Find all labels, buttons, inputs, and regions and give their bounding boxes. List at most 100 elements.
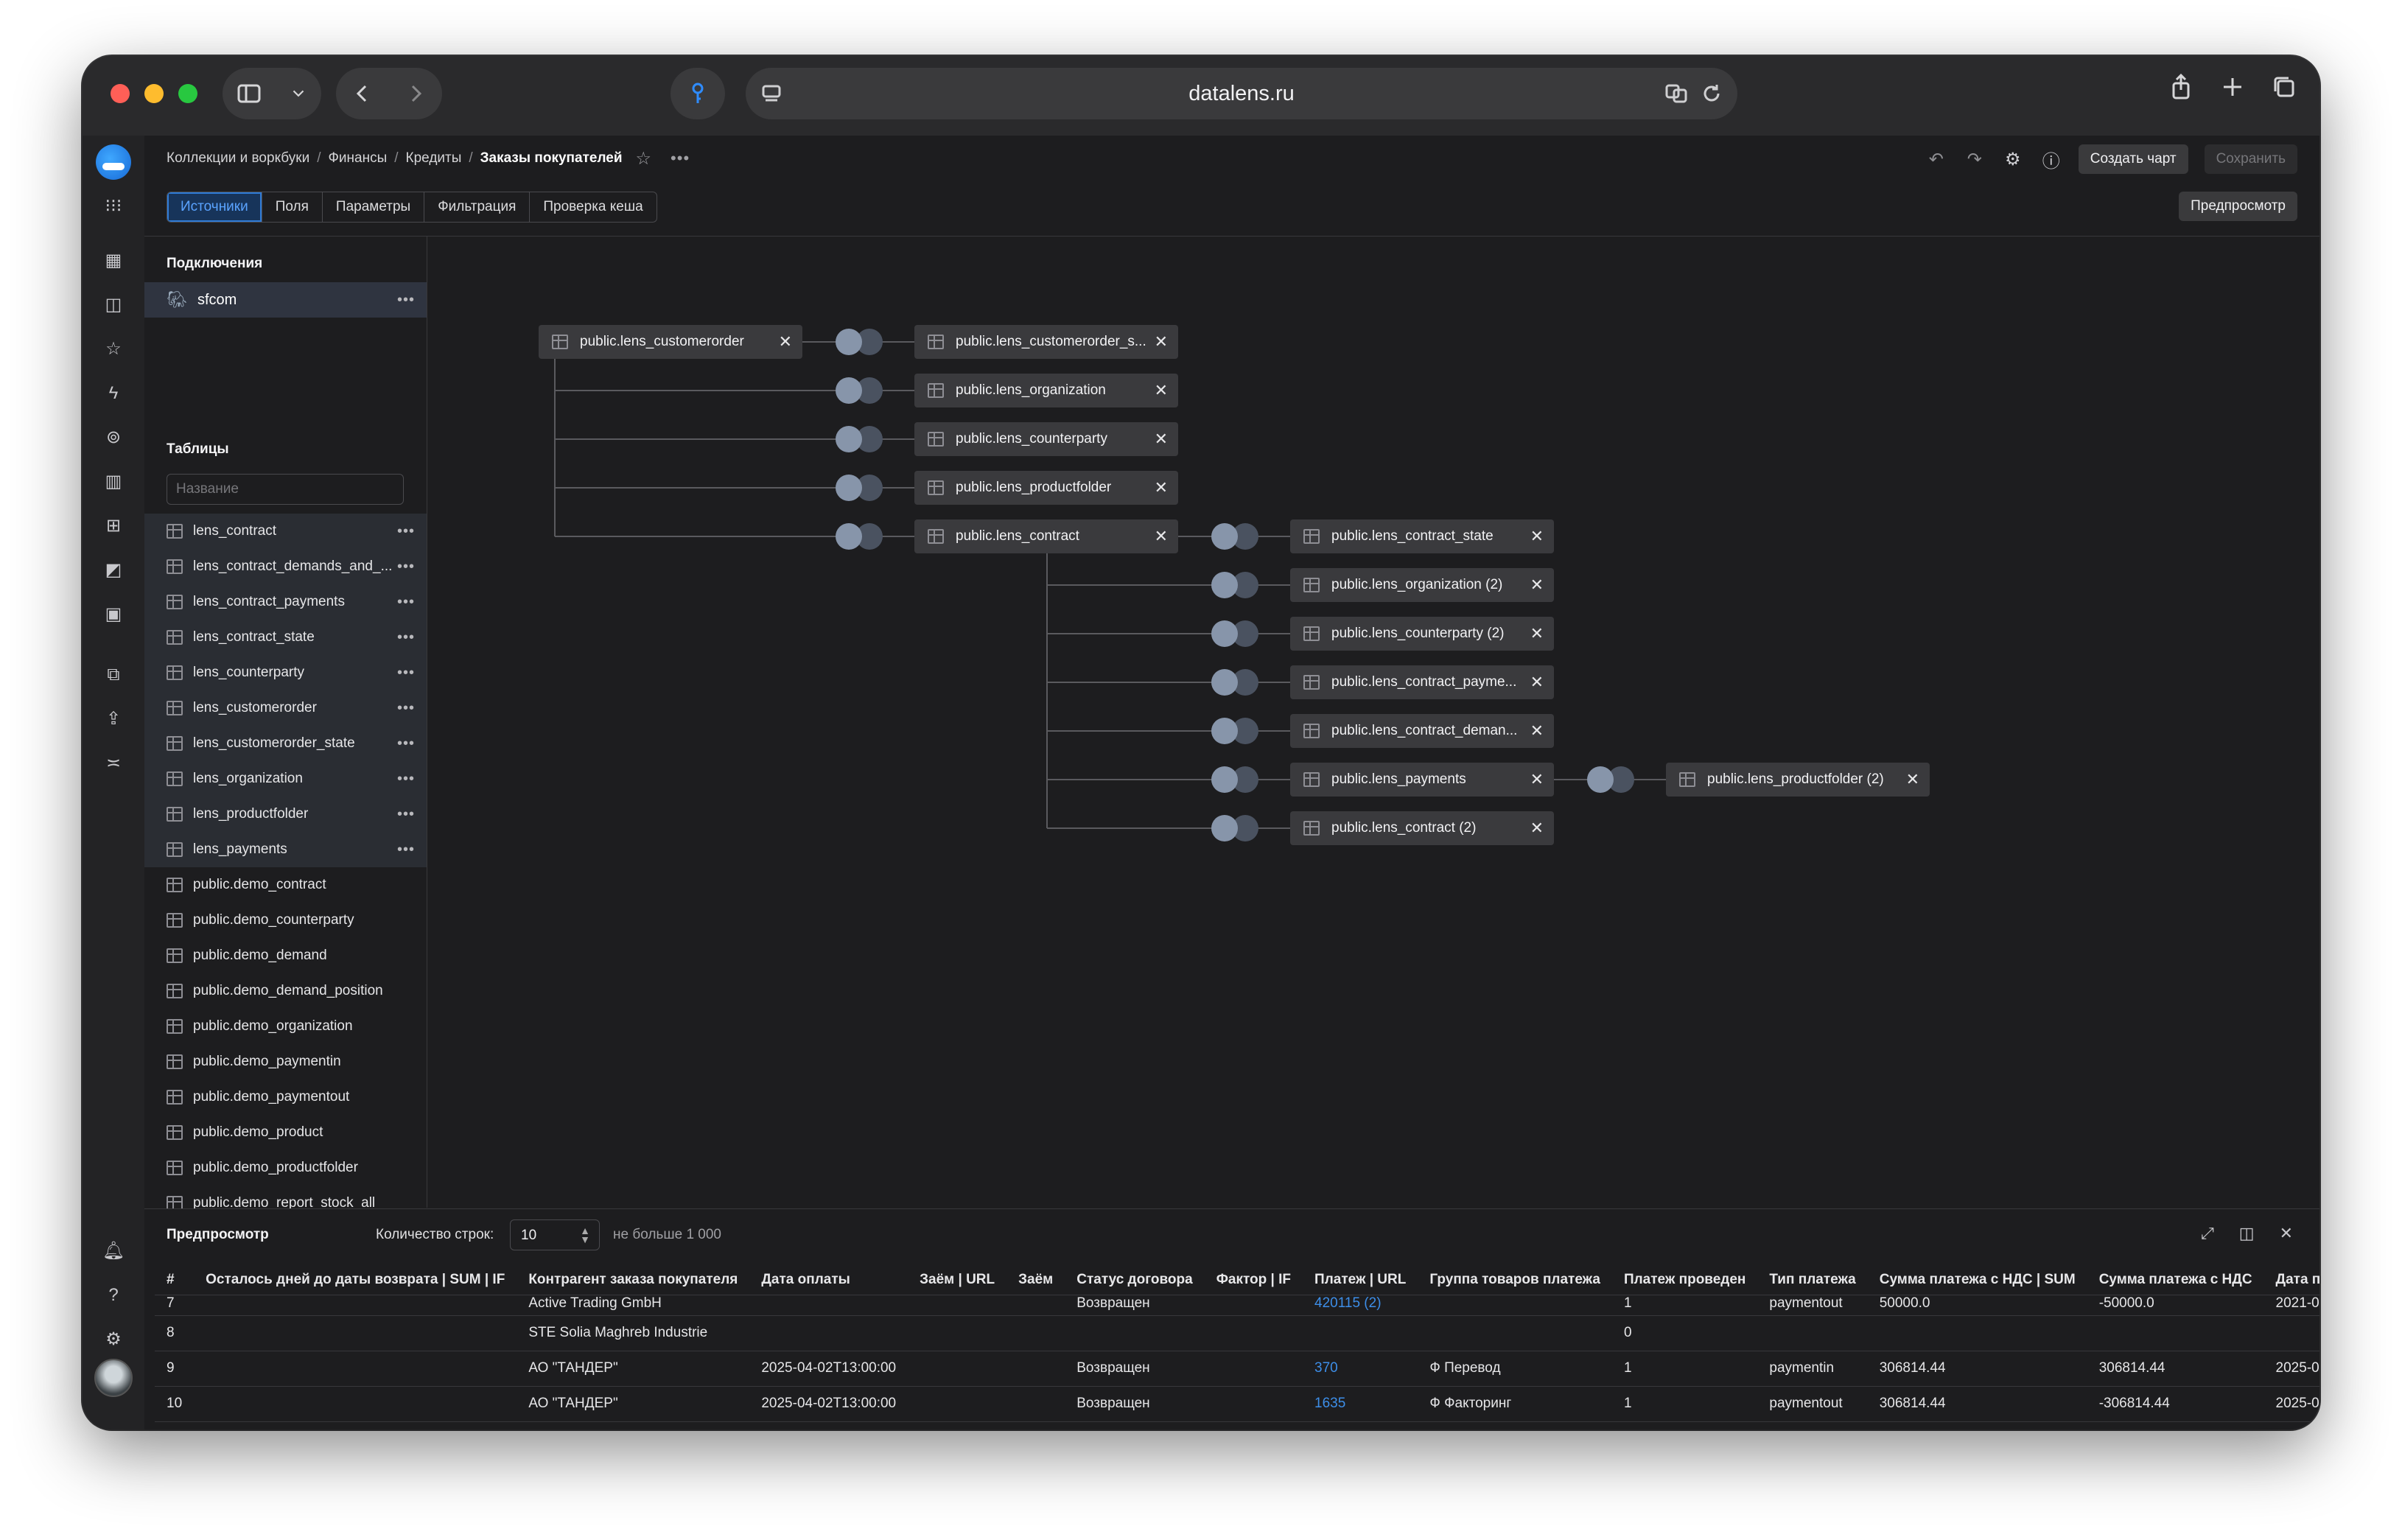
column-header[interactable]: Сумма платежа с НДС | SUM	[1867, 1265, 2087, 1295]
connections-icon[interactable]: ϟ	[100, 380, 127, 407]
join-toggle[interactable]	[1211, 523, 1258, 550]
more-icon[interactable]: •••	[670, 149, 690, 168]
list-item[interactable]: public.demo_counterparty	[144, 903, 427, 938]
redo-icon[interactable]: ↷	[1964, 149, 1986, 170]
dashboard-icon[interactable]: ▦	[100, 248, 127, 274]
column-header[interactable]: Заём	[1006, 1265, 1065, 1295]
join-toggle[interactable]	[836, 523, 883, 550]
column-header[interactable]: Заём | URL	[908, 1265, 1007, 1295]
split-view-icon[interactable]: ◫	[2239, 1224, 2255, 1243]
source-node[interactable]: public.lens_organization (2) ✕	[1290, 568, 1554, 602]
save-button[interactable]: Сохранить	[2204, 144, 2297, 174]
column-header[interactable]: Осталось дней до даты возврата | SUM | I…	[194, 1265, 517, 1295]
column-header[interactable]: Группа товаров платежа	[1418, 1265, 1612, 1295]
reports-icon[interactable]: ◩	[100, 557, 127, 584]
close-icon[interactable]: ✕	[2280, 1224, 2293, 1243]
list-item[interactable]: public.demo_product	[144, 1115, 427, 1150]
close-icon[interactable]: ✕	[1530, 527, 1544, 546]
source-node[interactable]: public.lens_contract_deman... ✕	[1290, 714, 1554, 748]
more-icon[interactable]: •••	[397, 665, 415, 682]
datasets-icon[interactable]: ⊚	[100, 424, 127, 451]
close-icon[interactable]: ✕	[1155, 478, 1168, 497]
column-header[interactable]: Платеж проведен	[1611, 1265, 1758, 1295]
close-icon[interactable]: ✕	[1906, 770, 1919, 789]
create-chart-button[interactable]: Создать чарт	[2078, 144, 2188, 174]
list-item[interactable]: public.demo_demand	[144, 938, 427, 973]
info-icon[interactable]: ⓘ	[2040, 147, 2062, 172]
column-header[interactable]: #	[155, 1265, 195, 1295]
close-icon[interactable]: ✕	[1530, 770, 1544, 789]
breadcrumb-item[interactable]: Коллекции и воркбуки	[167, 150, 309, 167]
column-header[interactable]: Платеж | URL	[1303, 1265, 1418, 1295]
list-item[interactable]: public.demo_demand_position	[144, 973, 427, 1009]
translate-icon[interactable]	[1664, 81, 1689, 106]
apps-grid-icon[interactable]: ⁝⁝⁝	[100, 193, 127, 220]
table-cell[interactable]: 1635	[1303, 1386, 1418, 1422]
source-node[interactable]: public.lens_customerorder ✕	[539, 325, 802, 359]
more-icon[interactable]: •••	[397, 629, 415, 646]
close-window-button[interactable]	[111, 84, 130, 103]
favorite-star-icon[interactable]: ☆	[636, 148, 652, 169]
tab-cache-check[interactable]: Проверка кеша	[530, 192, 656, 222]
source-node[interactable]: public.lens_contract ✕	[914, 519, 1178, 553]
zoom-window-button[interactable]	[178, 84, 197, 103]
close-icon[interactable]: ✕	[1155, 527, 1168, 546]
list-item[interactable]: public.demo_contract	[144, 867, 427, 903]
list-item[interactable]: lens_productfolder •••	[144, 797, 427, 832]
join-toggle[interactable]	[1211, 669, 1258, 696]
tab-fields[interactable]: Поля	[262, 192, 323, 222]
list-item[interactable]: public.demo_organization	[144, 1009, 427, 1044]
more-icon[interactable]: •••	[397, 700, 415, 717]
folder-icon[interactable]: ▣	[100, 601, 127, 628]
share-icon[interactable]	[2166, 72, 2196, 102]
join-toggle[interactable]	[836, 475, 883, 501]
dashboards-icon[interactable]: ⊞	[100, 513, 127, 539]
breadcrumb-item[interactable]: Финансы	[328, 150, 387, 167]
more-icon[interactable]: •••	[397, 594, 415, 611]
favorites-icon[interactable]: ☆	[100, 336, 127, 363]
collections-icon[interactable]: ◫	[100, 292, 127, 318]
table-search-input[interactable]	[167, 474, 404, 505]
tab-filtering[interactable]: Фильтрация	[424, 192, 531, 222]
close-icon[interactable]: ✕	[1530, 721, 1544, 741]
help-icon[interactable]: ?	[100, 1282, 127, 1309]
source-node[interactable]: public.lens_counterparty (2) ✕	[1290, 617, 1554, 651]
list-item[interactable]: lens_payments •••	[144, 832, 427, 867]
join-toggle[interactable]	[1211, 766, 1258, 793]
more-icon[interactable]: •••	[397, 292, 415, 309]
close-icon[interactable]: ✕	[1155, 430, 1168, 449]
list-item[interactable]: lens_customerorder_state •••	[144, 726, 427, 761]
gear-icon[interactable]: ⚙	[100, 1326, 127, 1353]
source-node[interactable]: public.lens_productfolder ✕	[914, 471, 1178, 505]
close-icon[interactable]: ✕	[1530, 575, 1544, 595]
back-button[interactable]	[349, 80, 376, 107]
table-cell[interactable]: 420115 (2)	[1303, 1295, 1418, 1316]
column-header[interactable]: Статус договора	[1065, 1265, 1205, 1295]
close-icon[interactable]: ✕	[1530, 624, 1544, 643]
join-toggle[interactable]	[836, 426, 883, 452]
join-toggle[interactable]	[1211, 718, 1258, 744]
reader-icon[interactable]	[759, 81, 784, 106]
more-icon[interactable]: •••	[397, 771, 415, 788]
list-item[interactable]: lens_contract_demands_and_... •••	[144, 549, 427, 584]
more-icon[interactable]: •••	[397, 523, 415, 540]
list-item[interactable]: public.demo_paymentin	[144, 1044, 427, 1079]
join-toggle[interactable]	[1211, 815, 1258, 841]
address-bar[interactable]: datalens.ru	[746, 68, 1737, 119]
source-node[interactable]: public.lens_contract (2) ✕	[1290, 811, 1554, 845]
undo-icon[interactable]: ↶	[1925, 149, 1947, 170]
source-node[interactable]: public.lens_productfolder (2) ✕	[1666, 763, 1930, 797]
expand-icon[interactable]: ⤢	[2201, 1224, 2214, 1243]
settings-sliders-icon[interactable]: ≍	[100, 750, 127, 777]
column-header[interactable]: Сумма платежа с НДС	[2087, 1265, 2264, 1295]
source-node[interactable]: public.lens_payments ✕	[1290, 763, 1554, 797]
column-header[interactable]: Контрагент заказа покупателя	[517, 1265, 750, 1295]
list-item[interactable]: lens_contract •••	[144, 514, 427, 549]
source-node[interactable]: public.lens_contract_payme... ✕	[1290, 665, 1554, 699]
close-icon[interactable]: ✕	[1530, 673, 1544, 692]
more-icon[interactable]: •••	[397, 735, 415, 752]
join-toggle[interactable]	[836, 329, 883, 355]
close-icon[interactable]: ✕	[1155, 381, 1168, 400]
rows-count-input[interactable]: 10 ▲ ▼	[510, 1219, 600, 1250]
table-cell[interactable]: 370	[1303, 1351, 1418, 1387]
